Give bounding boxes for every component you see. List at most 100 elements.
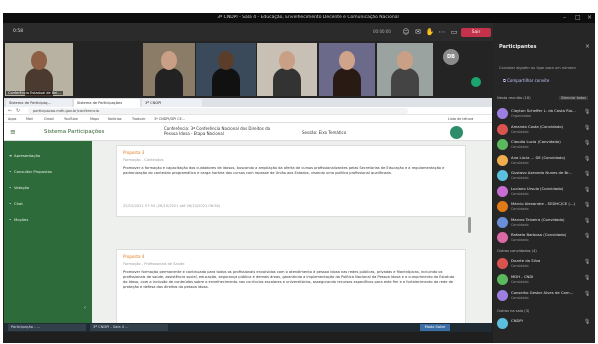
scrollbar[interactable] <box>468 217 471 233</box>
bookmark[interactable]: Mail <box>26 116 33 122</box>
bookmark[interactable]: Notícias <box>108 116 122 122</box>
bookmark[interactable]: Gmail <box>44 116 54 122</box>
video-tile[interactable] <box>143 43 195 96</box>
participant-row[interactable]: Márcio Alexandre - SEDHC/CE (...) Convida… <box>497 200 593 214</box>
participant-name: Gustavo Azevedo Nunes de Br... <box>511 170 572 175</box>
microphone-icon: 🎙 <box>584 140 591 146</box>
participant-row[interactable]: Conselho Gestor Alves de Cam... Convidado… <box>497 289 593 303</box>
more-options-icon[interactable]: ⋯ <box>437 27 447 37</box>
participant-row[interactable]: Amanda Costa (Convidado) Convidado 🎙 <box>497 123 593 137</box>
participants-icon[interactable]: ☺ <box>401 27 411 37</box>
participant-role: Convidado <box>511 145 529 149</box>
participant-row[interactable]: Duarte da Silva Convidado 🎙 <box>497 257 593 271</box>
participant-row[interactable]: Gustavo Azevedo Nunes de Br... Convidado 🎙 <box>497 169 593 183</box>
video-tile[interactable] <box>257 43 317 96</box>
participant-row[interactable]: Clayton Scheffer L. da Costa Rio... Organ… <box>497 107 593 121</box>
participant-row[interactable]: MDH - CNDI Convidado 🎙 <box>497 273 593 287</box>
participant-name: Marcos Teixeira (Convidado) <box>511 216 565 222</box>
participant-figure <box>333 68 361 96</box>
back-icon[interactable]: ← <box>8 108 12 114</box>
participant-row[interactable]: Rafaela Barbosa (Convidado) Convidado 🎙 <box>497 231 593 245</box>
menu-icon[interactable]: ≡ <box>10 128 16 136</box>
section-in-meeting[interactable]: Nesta reunião (18) <box>497 96 531 100</box>
participant-row[interactable]: Marcos Teixeira (Convidado) Convidado 🎙 <box>497 216 593 230</box>
participant-role: Convidado <box>511 207 529 211</box>
avatar <box>497 139 508 150</box>
microphone-icon: 🎙 <box>584 186 591 193</box>
taskbar-button[interactable]: Modo Salve <box>420 324 450 331</box>
collapse-icon[interactable]: ‹ <box>84 305 86 311</box>
section-waiting[interactable]: Outros na sala (3) <box>497 309 529 313</box>
share-invite-button[interactable]: ⧉ Compartilhar convite <box>503 78 585 83</box>
close-icon[interactable]: × <box>585 43 590 50</box>
shared-screen-browser: Sistema de Participaç... Sistema de Part… <box>4 98 492 332</box>
sidebar-item-votacao[interactable]: • Votação <box>9 185 29 190</box>
session-label: Sessão: Eixo Temático <box>302 130 347 135</box>
participant-name: Márcio Alexandre - SEDHC/CE (...) <box>511 201 576 206</box>
camera-icon[interactable]: ▭ <box>449 27 459 37</box>
taskbar-item[interactable]: Participação - ... <box>8 324 86 331</box>
reactions-icon[interactable]: ✋ <box>425 27 435 37</box>
participant-row[interactable]: CNDPI 🎙 <box>497 317 593 331</box>
minimize-icon[interactable]: – <box>563 14 566 21</box>
avatar <box>497 216 508 228</box>
participant-role: Organizador <box>511 114 532 118</box>
participant-role: Convidado <box>511 296 529 300</box>
sidebar-item-label: Votação <box>14 185 30 190</box>
video-strip: Conferência Estadual de Bel... DB <box>3 41 493 98</box>
sidebar-item-propostas[interactable]: • Consultar Propostas <box>9 169 52 174</box>
address-row: ← ↻ participacao.mdh.gov.br/conferencia <box>4 107 492 115</box>
mute-all-button[interactable]: Silenciar todos <box>559 96 589 100</box>
sidebar-item-mocoes[interactable]: • Moções <box>9 217 28 222</box>
video-tile[interactable] <box>377 43 433 96</box>
avatar <box>497 185 508 197</box>
proposals-content: Proposta 3 Formação - Conteúdos Promover… <box>92 141 492 327</box>
sidebar-item-label: Apresentação <box>14 153 41 158</box>
participant-row[interactable]: Claudia Lucia (Convidado) Convidado 🎙 <box>497 138 593 152</box>
bookmark[interactable]: 3ª CNDPI/DPI CE... <box>154 116 185 122</box>
participant-head <box>218 51 234 70</box>
avatar <box>497 201 508 212</box>
section-others[interactable]: Outros convidados (4) <box>497 249 537 253</box>
avatar <box>497 290 508 301</box>
avatar[interactable]: DB <box>443 49 459 65</box>
avatar <box>497 108 508 119</box>
reload-icon[interactable]: ↻ <box>16 108 20 114</box>
close-icon[interactable]: × <box>587 14 592 21</box>
sidebar-item-chat[interactable]: • Chat <box>9 201 23 206</box>
video-tile[interactable] <box>319 43 375 96</box>
invite-input[interactable]: Convidar alguém ou ligar para um número <box>499 66 589 74</box>
reading-list[interactable]: Lista de leitura <box>448 116 473 122</box>
participant-name: Luciano Ursula (Convidado) <box>511 185 564 191</box>
participant-row[interactable]: Luciano Ursula (Convidado) Convidado 🎙 <box>497 185 593 199</box>
participant-figure <box>212 68 240 96</box>
video-tile[interactable]: Conferência Estadual de Bel... <box>5 43 73 96</box>
bookmark[interactable]: Traduzir <box>132 116 145 122</box>
sidebar-item-label: Consultar Propostas <box>14 169 52 174</box>
bookmark[interactable]: Maps <box>90 116 99 122</box>
maximize-icon[interactable]: □ <box>575 14 581 21</box>
video-tile[interactable] <box>196 43 256 96</box>
participant-name: CNDPI <box>511 318 523 323</box>
window-title-bar: 3ª CNDPI - Sala 4 - Educação, Envelhecim… <box>3 13 595 23</box>
panel-title: Participantes <box>499 44 537 50</box>
participant-role: Convidado <box>511 176 529 180</box>
browser-tab[interactable]: Sistema de Participações <box>74 99 140 107</box>
participant-figure <box>155 68 183 96</box>
address-bar[interactable]: participacao.mdh.gov.br/conferencia <box>28 108 408 114</box>
browser-tab[interactable]: 3ª CNDPI <box>142 99 202 107</box>
taskbar-item[interactable]: 3ª CNDPI - Sala 4 ... <box>90 324 168 331</box>
chat-icon[interactable]: ✉ <box>413 27 423 37</box>
site-sidebar: ≡ Apresentação • Consultar Propostas • Vota… <box>4 141 92 327</box>
sidebar-item-apresentacao[interactable]: ≡ Apresentação <box>9 153 40 158</box>
bookmark[interactable]: Apps <box>8 116 16 122</box>
leave-button[interactable]: Sair <box>461 28 491 37</box>
avatar <box>497 258 508 269</box>
proposal-number: Proposta 4 <box>123 254 145 259</box>
avatar <box>497 123 508 135</box>
participant-row[interactable]: Ana Lúcia ... DE (Convidado) Convidado 🎙 <box>497 154 593 168</box>
browser-tab[interactable]: Sistema de Participaç... <box>6 99 72 107</box>
bookmark[interactable]: YouTube <box>64 116 78 122</box>
site-header: ≡ Sistema Participações Conferência: 3ª … <box>4 123 492 141</box>
avatar[interactable] <box>471 77 481 87</box>
